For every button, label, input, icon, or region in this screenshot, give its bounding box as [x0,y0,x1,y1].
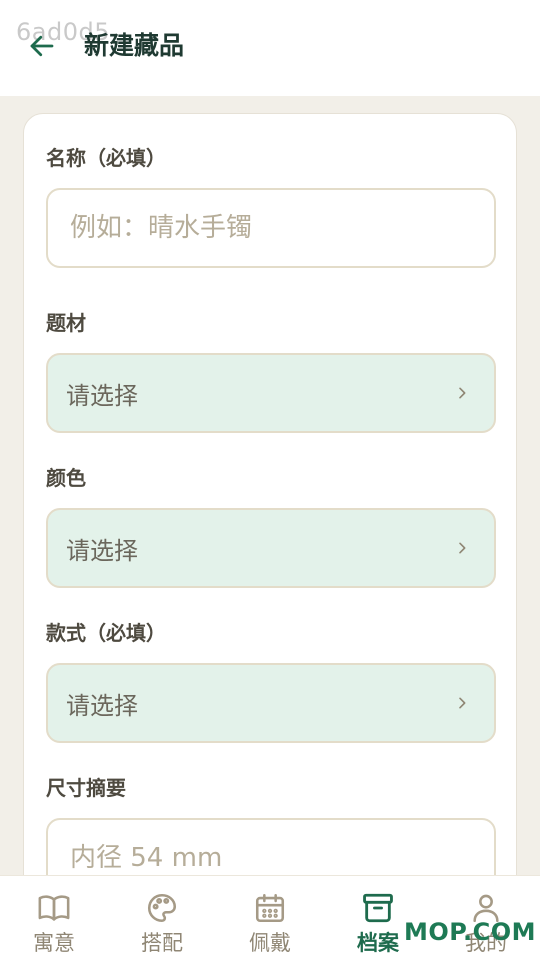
color-label: 颜色 [46,466,86,490]
arrow-left-icon [30,35,54,57]
tab-label: 档案 [357,931,399,955]
tab-label: 寓意 [33,931,75,955]
style-label: 款式（必填） [46,621,166,645]
color-select[interactable]: 请选择 [46,508,496,588]
name-label: 名称（必填） [46,146,166,170]
tab-meaning[interactable]: 寓意 [0,876,108,960]
chevron-right-icon [452,538,472,558]
archive-icon [360,890,396,926]
calendar-icon [252,890,288,926]
tab-label: 搭配 [141,931,183,955]
theme-select-value: 请选择 [66,381,138,410]
style-select[interactable]: 请选择 [46,663,496,743]
tab-matching[interactable]: 搭配 [108,876,216,960]
palette-icon [144,890,180,926]
tab-label: 佩戴 [249,931,291,955]
style-select-value: 请选择 [66,691,138,720]
back-button[interactable] [24,28,60,64]
theme-select[interactable]: 请选择 [46,353,496,433]
name-input[interactable] [48,190,494,266]
color-select-value: 请选择 [66,536,138,565]
name-field-wrapper [46,188,496,268]
book-icon [36,890,72,926]
chevron-right-icon [452,693,472,713]
theme-label: 题材 [46,311,86,335]
form-card: 名称（必填） 题材 请选择 颜色 请选择 款式（必填） 请选择 尺寸摘要 [23,113,517,933]
tab-wearing[interactable]: 佩戴 [216,876,324,960]
watermark-overlay: MOP.COM [404,918,536,946]
chevron-right-icon [452,383,472,403]
size-label: 尺寸摘要 [46,776,126,800]
page-title: 新建藏品 [84,31,185,60]
top-app-bar: 6ad0d5 新建藏品 [0,0,540,96]
